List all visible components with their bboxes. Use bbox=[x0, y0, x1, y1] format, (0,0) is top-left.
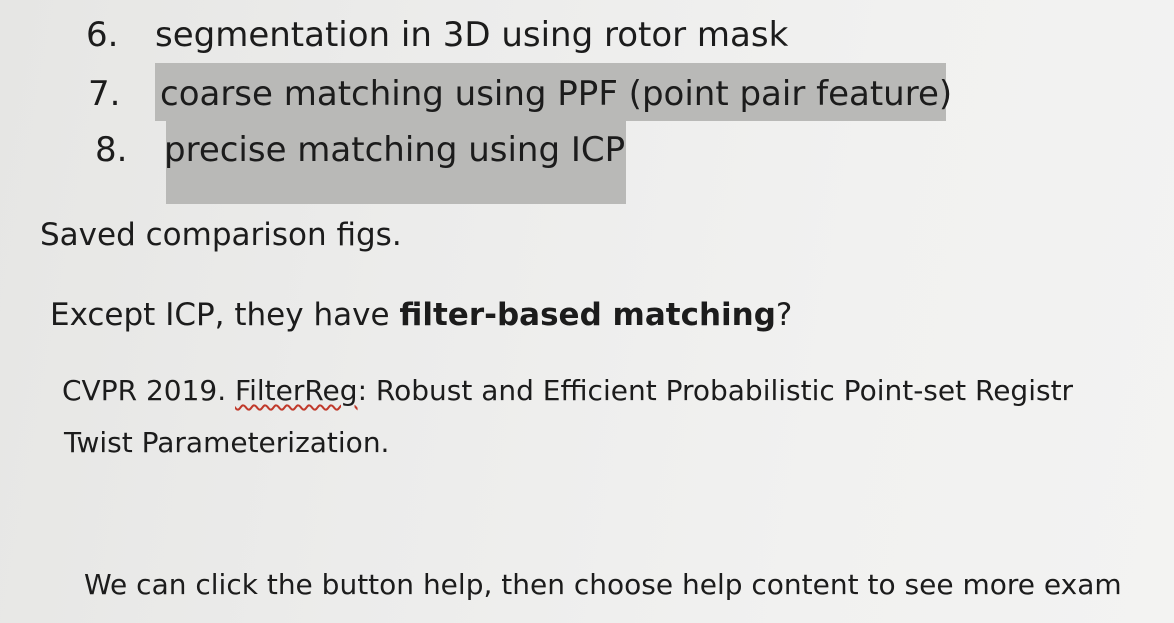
question-prefix: Except ICP, they have bbox=[50, 297, 400, 333]
list-number-8: 8. bbox=[95, 130, 128, 170]
help-note[interactable]: We can click the button help, then choos… bbox=[84, 571, 1122, 599]
reference-name-spellcheck[interactable]: FilterReg bbox=[235, 374, 358, 407]
list-number-7: 7. bbox=[88, 74, 121, 114]
list-item-step-7[interactable]: coarse matching using PPF (point pair fe… bbox=[160, 77, 952, 111]
list-number-6: 6. bbox=[86, 15, 119, 55]
reference-line-2[interactable]: Twist Parameterization. bbox=[64, 429, 389, 457]
reference-title: : Robust and Efficient Probabilistic Poi… bbox=[357, 374, 1074, 407]
list-item-step-8[interactable]: precise matching using ICP bbox=[164, 133, 625, 167]
saved-figs-note[interactable]: Saved comparison figs. bbox=[40, 220, 402, 251]
question-suffix: ? bbox=[775, 297, 793, 333]
question-bold-text: filter-based matching bbox=[399, 297, 776, 333]
question-paragraph[interactable]: Except ICP, they have filter-based match… bbox=[50, 300, 792, 331]
document-page: 6. segmentation in 3D using rotor mask 7… bbox=[0, 0, 1174, 623]
list-item-step-6[interactable]: segmentation in 3D using rotor mask bbox=[155, 18, 788, 52]
reference-venue: CVPR 2019. bbox=[62, 374, 236, 407]
reference-line-1[interactable]: CVPR 2019. FilterReg: Robust and Efficie… bbox=[62, 377, 1073, 405]
